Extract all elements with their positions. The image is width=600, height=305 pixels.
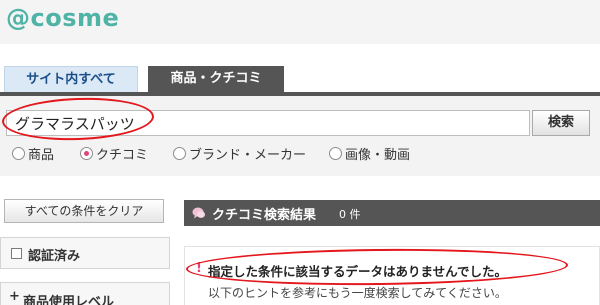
- search-hint-text: 以下のヒントを参考にもう一度検索してみてください。: [208, 286, 507, 300]
- radio-circle[interactable]: [12, 146, 25, 160]
- search-input[interactable]: [6, 110, 530, 136]
- radio-label-image-video: 画像・動画: [345, 147, 411, 163]
- radio-reviews[interactable]: クチコミ: [80, 145, 149, 163]
- speech-bubble-icon: [192, 207, 205, 219]
- site-header: @cosme: [0, 0, 600, 44]
- results-header: クチコミ検索結果 0 件: [184, 200, 600, 226]
- radio-circle[interactable]: [329, 146, 342, 160]
- certified-checkbox[interactable]: [11, 248, 22, 259]
- radio-circle-selected[interactable]: [80, 146, 93, 160]
- radio-brand-maker[interactable]: ブランド・メーカー: [173, 145, 307, 163]
- radio-circle[interactable]: [173, 146, 186, 160]
- filter-usage-level[interactable]: + 商品使用レベル: [0, 282, 170, 305]
- radio-products[interactable]: 商品: [12, 145, 55, 163]
- exclamation-icon: !: [196, 261, 202, 276]
- results-title: クチコミ検索結果: [212, 208, 317, 223]
- search-tabs: サイト内すべて 商品・クチコミ: [0, 44, 600, 92]
- radio-label-reviews: クチコミ: [96, 147, 149, 163]
- filter-label-usage-level: 商品使用レベル: [23, 295, 115, 305]
- cosme-logo[interactable]: @cosme: [6, 4, 119, 32]
- filter-label-certified: 認証済み: [28, 249, 81, 264]
- tab-products-reviews[interactable]: 商品・クチコミ: [148, 66, 284, 92]
- no-results-message: 指定した条件に該当するデータはありませんでした。: [208, 264, 508, 279]
- search-button[interactable]: 検索: [532, 110, 590, 136]
- radio-label-brand-maker: ブランド・メーカー: [189, 147, 307, 163]
- clear-all-conditions-button[interactable]: すべての条件をクリア: [4, 199, 164, 223]
- radio-label-products: 商品: [28, 147, 55, 163]
- filter-certified[interactable]: 認証済み: [0, 237, 170, 269]
- radio-image-video[interactable]: 画像・動画: [329, 145, 411, 163]
- tab-site-all[interactable]: サイト内すべて: [4, 66, 138, 92]
- results-count: 0 件: [339, 208, 361, 221]
- search-panel: 検索 商品 クチコミ ブランド・メーカー 画像・動画: [0, 96, 600, 176]
- plus-icon[interactable]: +: [9, 289, 20, 304]
